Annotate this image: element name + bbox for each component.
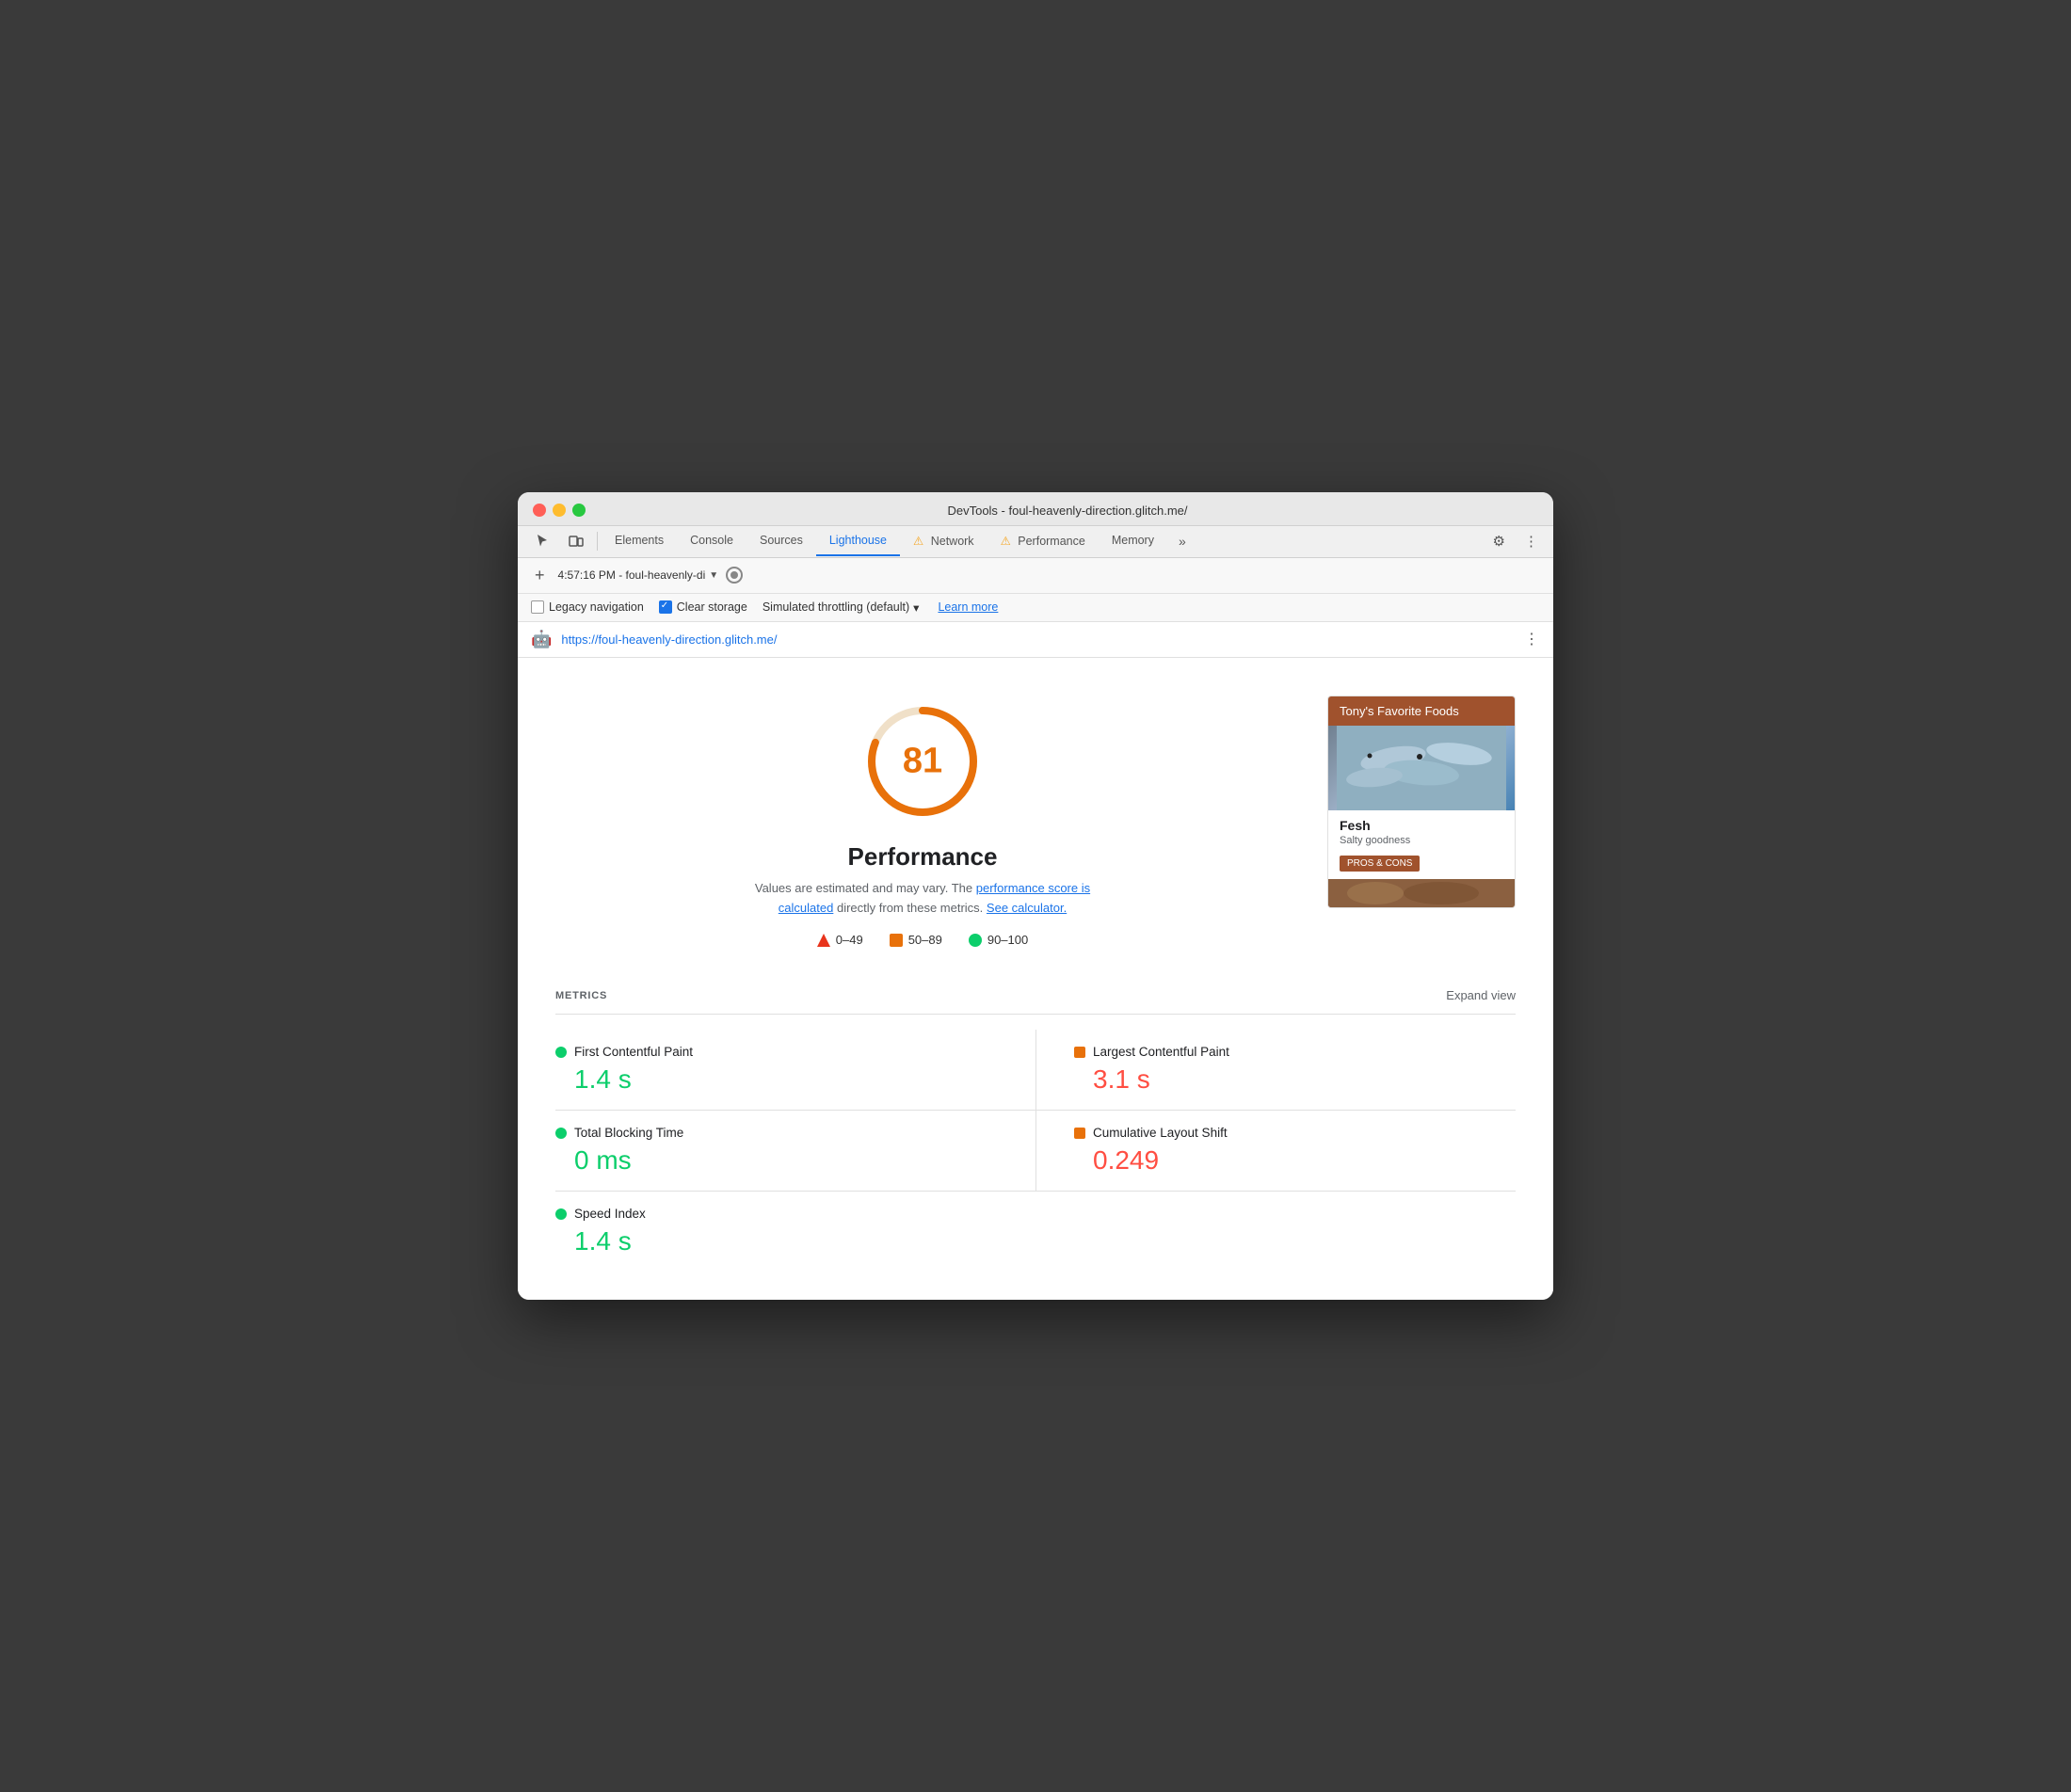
tab-console[interactable]: Console xyxy=(677,526,747,556)
record-button[interactable] xyxy=(726,567,743,584)
preview-card-header: Tony's Favorite Foods xyxy=(1328,696,1515,726)
preview-card: Tony's Favorite Foods xyxy=(1327,696,1516,908)
lcp-value: 3.1 s xyxy=(1093,1064,1497,1095)
url-display: https://foul-heavenly-direction.glitch.m… xyxy=(561,632,1515,647)
clear-storage-cb[interactable] xyxy=(659,600,672,614)
performance-description: Values are estimated and may vary. The p… xyxy=(734,879,1111,919)
fcp-indicator xyxy=(555,1047,567,1058)
tbt-value: 0 ms xyxy=(574,1145,1017,1176)
tab-more[interactable]: » xyxy=(1169,526,1196,556)
url-bar: 🤖 https://foul-heavenly-direction.glitch… xyxy=(518,622,1553,658)
good-icon xyxy=(969,934,982,947)
performance-warning-icon: ⚠ xyxy=(1001,535,1011,548)
more-options-icon[interactable]: ⋮ xyxy=(1517,527,1546,555)
cls-value: 0.249 xyxy=(1093,1145,1497,1176)
cls-label: Cumulative Layout Shift xyxy=(1093,1126,1228,1140)
metric-cls: Cumulative Layout Shift 0.249 xyxy=(1036,1111,1516,1192)
cursor-icon[interactable] xyxy=(525,526,559,556)
device-toolbar-icon[interactable] xyxy=(559,526,593,556)
cls-indicator xyxy=(1074,1128,1085,1139)
tab-elements[interactable]: Elements xyxy=(602,526,677,556)
si-label: Speed Index xyxy=(574,1207,646,1221)
gauge-score: 81 xyxy=(903,741,942,781)
pros-cons-button[interactable]: PROS & CONS xyxy=(1340,856,1420,872)
lcp-label: Largest Contentful Paint xyxy=(1093,1045,1229,1059)
learn-more-link[interactable]: Learn more xyxy=(938,600,998,614)
fail-icon xyxy=(817,934,830,947)
metric-cls-name-row: Cumulative Layout Shift xyxy=(1074,1126,1497,1140)
devtools-tabs-bar: Elements Console Sources Lighthouse ⚠ Ne… xyxy=(518,526,1553,558)
audit-timestamp: 4:57:16 PM - foul-heavenly-di ▼ xyxy=(558,568,719,582)
metrics-grid: First Contentful Paint 1.4 s Largest Con… xyxy=(555,1030,1516,1272)
lcp-indicator xyxy=(1074,1047,1085,1058)
legend-fail: 0–49 xyxy=(817,933,863,947)
average-icon xyxy=(890,934,903,947)
performance-title: Performance xyxy=(848,842,998,872)
si-indicator xyxy=(555,1208,567,1220)
url-more-button[interactable]: ⋮ xyxy=(1524,630,1540,648)
preview-item-name: Fesh xyxy=(1340,818,1503,833)
tab-separator xyxy=(597,532,598,551)
expand-view-button[interactable]: Expand view xyxy=(1446,988,1516,1002)
metric-tbt: Total Blocking Time 0 ms xyxy=(555,1111,1036,1192)
legend-average: 50–89 xyxy=(890,933,942,947)
options-bar: Legacy navigation Clear storage Simulate… xyxy=(518,594,1553,622)
metric-fcp: First Contentful Paint 1.4 s xyxy=(555,1030,1036,1111)
legacy-nav-cb[interactable] xyxy=(531,600,544,614)
metrics-header: METRICS Expand view xyxy=(555,988,1516,1002)
main-content: 81 Performance Values are estimated and … xyxy=(518,658,1553,1301)
window-title: DevTools - foul-heavenly-direction.glitc… xyxy=(597,504,1538,518)
add-audit-button[interactable]: + xyxy=(529,564,551,587)
tab-network[interactable]: ⚠ Network xyxy=(900,526,987,557)
score-legend: 0–49 50–89 90–100 xyxy=(817,933,1028,947)
maximize-button[interactable] xyxy=(572,504,586,517)
preview-body: Fesh Salty goodness PROS & CONS xyxy=(1328,810,1515,879)
metric-si-name-row: Speed Index xyxy=(555,1207,1017,1221)
tbt-label: Total Blocking Time xyxy=(574,1126,683,1140)
tabs-right-actions: ⚙ ⋮ xyxy=(1485,527,1546,555)
minimize-button[interactable] xyxy=(553,504,566,517)
preview-item-desc: Salty goodness xyxy=(1340,835,1503,846)
secondary-toolbar: + 4:57:16 PM - foul-heavenly-di ▼ xyxy=(518,558,1553,594)
si-value: 1.4 s xyxy=(574,1226,1017,1256)
metrics-section-label: METRICS xyxy=(555,990,607,1001)
record-inner xyxy=(730,571,738,579)
metric-lcp: Largest Contentful Paint 3.1 s xyxy=(1036,1030,1516,1111)
tab-lighthouse[interactable]: Lighthouse xyxy=(816,526,900,556)
score-left: 81 Performance Values are estimated and … xyxy=(555,696,1290,948)
title-bar: DevTools - foul-heavenly-direction.glitc… xyxy=(518,492,1553,526)
metric-si: Speed Index 1.4 s xyxy=(555,1192,1036,1272)
preview-bottom-svg xyxy=(1328,879,1516,907)
legend-good: 90–100 xyxy=(969,933,1028,947)
throttling-select[interactable]: Simulated throttling (default) ▾ xyxy=(763,600,920,615)
traffic-lights xyxy=(533,504,586,517)
network-warning-icon: ⚠ xyxy=(913,535,923,548)
tbt-indicator xyxy=(555,1128,567,1139)
tab-memory[interactable]: Memory xyxy=(1099,526,1167,556)
preview-bottom-image xyxy=(1328,879,1515,907)
preview-image xyxy=(1328,726,1515,810)
calculator-link[interactable]: See calculator. xyxy=(987,901,1067,915)
fcp-value: 1.4 s xyxy=(574,1064,1017,1095)
metrics-divider xyxy=(555,1014,1516,1015)
score-section: 81 Performance Values are estimated and … xyxy=(555,677,1516,967)
devtools-window: DevTools - foul-heavenly-direction.glitc… xyxy=(518,492,1553,1301)
settings-icon[interactable]: ⚙ xyxy=(1485,527,1513,555)
fcp-label: First Contentful Paint xyxy=(574,1045,693,1059)
fish-image-svg xyxy=(1337,726,1506,810)
metric-lcp-name-row: Largest Contentful Paint xyxy=(1074,1045,1497,1059)
performance-gauge: 81 xyxy=(857,696,988,827)
tab-performance[interactable]: ⚠ Performance xyxy=(987,526,1099,557)
clear-storage-checkbox[interactable]: Clear storage xyxy=(659,600,747,614)
tab-sources[interactable]: Sources xyxy=(747,526,816,556)
metric-tbt-name-row: Total Blocking Time xyxy=(555,1126,1017,1140)
metric-fcp-name-row: First Contentful Paint xyxy=(555,1045,1017,1059)
timestamp-dropdown[interactable]: ▼ xyxy=(709,570,718,581)
legacy-nav-checkbox[interactable]: Legacy navigation xyxy=(531,600,644,614)
lighthouse-icon: 🤖 xyxy=(531,630,552,649)
close-button[interactable] xyxy=(533,504,546,517)
